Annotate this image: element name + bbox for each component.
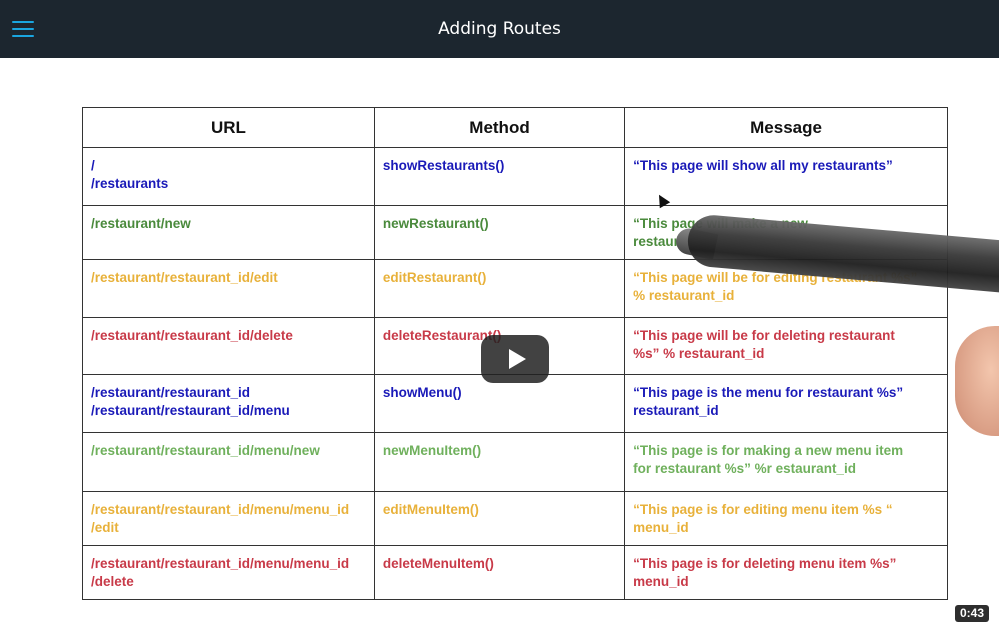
route-method-cell: showRestaurants() <box>373 147 626 206</box>
route-message-line: “This page will show all my restaurants” <box>633 158 893 173</box>
route-url-cell: /restaurant/restaurant_id/menu/menu_id/e… <box>82 491 375 546</box>
route-url-line: /restaurant/restaurant_id/menu <box>91 403 290 418</box>
route-method-cell: deleteMenuItem() <box>373 545 626 600</box>
route-url-cell: /restaurant/restaurant_id/edit <box>82 259 375 318</box>
route-message-line: restaurant_id <box>633 403 719 418</box>
route-url-cell: /restaurant/restaurant_id/menu/menu_id/d… <box>82 545 375 600</box>
route-message-cell: “This page is for making a new menu item… <box>624 432 948 492</box>
top-app-bar: Adding Routes <box>0 0 999 58</box>
route-url-line: /restaurants <box>91 176 169 191</box>
table-row: / /restaurants showRestaurants() “This page… <box>82 147 948 206</box>
route-url-cell: /restaurant/restaurant_id/delete <box>82 317 375 375</box>
route-method-line: newMenuItem() <box>382 443 482 458</box>
route-message-line: “This page is the menu for restaurant %s… <box>633 385 904 400</box>
route-method-cell: newRestaurant() <box>373 205 626 260</box>
route-url-line: /edit <box>91 520 119 535</box>
page-title: Adding Routes <box>438 19 561 39</box>
video-player[interactable]: URL Method Message / /restaurants showRest… <box>0 58 999 634</box>
route-url-line: /restaurant/restaurant_id/edit <box>91 270 278 285</box>
route-message-cell: “This page is for editing menu item %s “… <box>624 491 948 546</box>
route-url-line: /delete <box>91 574 134 589</box>
table-row: /restaurant/restaurant_id/restaurant/res… <box>82 374 948 433</box>
hand-overlay <box>955 326 999 436</box>
route-url-line: /restaurant/restaurant_id/menu/menu_id <box>91 502 350 517</box>
route-method-cell: newMenuItem() <box>373 432 626 492</box>
route-method-line: newRestaurant() <box>382 216 489 231</box>
route-url-line: /restaurant/restaurant_id/delete <box>91 328 293 343</box>
table-row: /restaurant/restaurant_id/menu/menu_id/d… <box>82 545 948 600</box>
route-message-line: “This page is for making a new menu item <box>633 443 904 458</box>
route-method-line: editMenuItem() <box>382 502 479 517</box>
route-message-cell: “This page will show all my restaurants” <box>624 147 948 206</box>
route-method-line: editRestaurant() <box>382 270 487 285</box>
play-button[interactable] <box>481 335 549 383</box>
route-message-cell: “This page is for deleting menu item %s”… <box>624 545 948 600</box>
route-url-line: /restaurant/new <box>91 216 191 231</box>
table-row: /restaurant/restaurant_id/menu/menu_id/e… <box>82 491 948 546</box>
route-url-line: /restaurant/restaurant_id <box>91 385 251 400</box>
route-url-line: /restaurant/restaurant_id/menu/menu_id <box>91 556 350 571</box>
route-method-cell: editRestaurant() <box>373 259 626 318</box>
route-url-cell: /restaurant/restaurant_id/restaurant/res… <box>82 374 375 433</box>
route-message-line: % restaurant_id <box>633 288 735 303</box>
route-url-line: /restaurant/restaurant_id/menu/new <box>91 443 320 458</box>
route-method-cell: editMenuItem() <box>373 491 626 546</box>
column-header-method: Method <box>373 107 626 148</box>
route-message-line: “This page will be for deleting restaura… <box>633 328 895 343</box>
route-method-cell: showMenu() <box>373 374 626 433</box>
route-message-line: for restaurant %s” %r estaurant_id <box>633 461 856 476</box>
column-header-message: Message <box>624 107 948 148</box>
route-message-cell: “This page is the menu for restaurant %s… <box>624 374 948 433</box>
play-icon <box>508 349 526 369</box>
route-message-line: “This page is for deleting menu item %s” <box>633 556 897 571</box>
route-url-line: / <box>91 158 95 173</box>
route-method-line: showMenu() <box>382 385 462 400</box>
route-url-cell: /restaurant/restaurant_id/menu/new <box>82 432 375 492</box>
route-message-line: “This page is for editing menu item %s “ <box>633 502 893 517</box>
route-url-cell: /restaurant/new <box>82 205 375 260</box>
table-header-row: URL Method Message <box>82 107 948 148</box>
table-row: /restaurant/restaurant_id/menu/new newMen… <box>82 432 948 492</box>
route-message-line: menu_id <box>633 574 689 589</box>
route-url-cell: / /restaurants <box>82 147 375 206</box>
route-message-line: %s” % restaurant_id <box>633 346 765 361</box>
route-method-line: showRestaurants() <box>382 158 505 173</box>
route-message-cell: “This page will be for deleting restaura… <box>624 317 948 375</box>
route-method-line: deleteMenuItem() <box>382 556 494 571</box>
column-header-url: URL <box>82 107 375 148</box>
video-duration-badge: 0:43 <box>955 605 990 622</box>
route-message-line: menu_id <box>633 520 689 535</box>
